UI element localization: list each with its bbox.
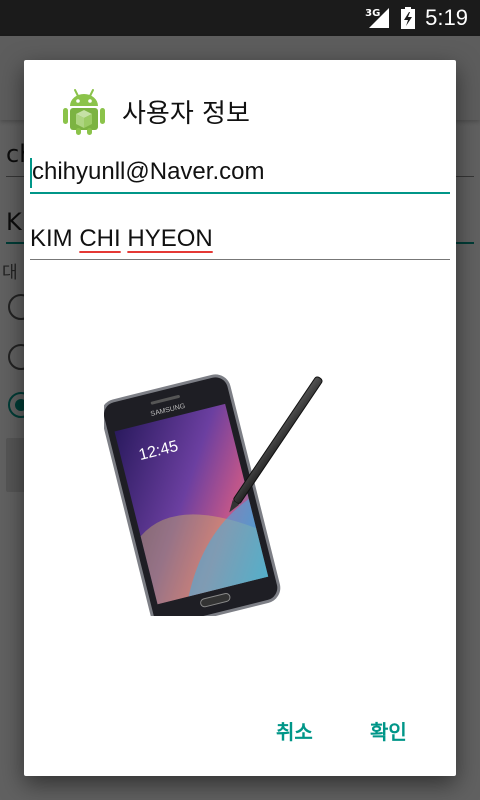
name-value-part: KIM	[30, 225, 80, 252]
status-icons: 3G 5:19	[365, 0, 468, 36]
email-value: chihyunll@Naver.com	[32, 158, 265, 185]
confirm-button[interactable]: 확인	[370, 716, 407, 745]
cancel-button[interactable]: 취소	[276, 716, 313, 745]
dialog-header: 사용자 정보	[62, 86, 250, 136]
email-field[interactable]: chihyunll@Naver.com	[30, 152, 450, 194]
name-value-misspelled: HYEON	[127, 225, 213, 252]
android-robot-icon	[63, 89, 105, 135]
name-value-misspelled: CHI	[79, 225, 121, 252]
signal-icon: 3G	[365, 6, 391, 30]
dialog-title: 사용자 정보	[122, 98, 250, 129]
battery-icon	[401, 7, 416, 29]
text-cursor	[30, 158, 32, 188]
name-field[interactable]: KIM CHI HYEON	[30, 220, 450, 260]
status-clock: 5:19	[425, 5, 468, 30]
phone-image: SAMSUNG 12:45	[100, 366, 334, 628]
status-bar: 3G 5:19	[0, 0, 480, 36]
user-info-dialog: 사용자 정보 chihyunll@Naver.com KIM CHI HYEON	[24, 60, 456, 776]
